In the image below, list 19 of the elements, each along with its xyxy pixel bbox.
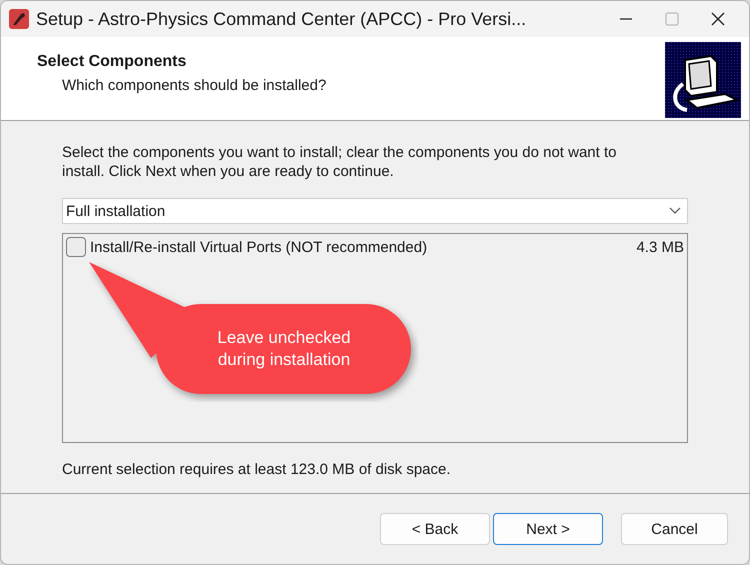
- close-icon: [710, 11, 726, 27]
- component-size: 4.3 MB: [636, 238, 684, 256]
- wizard-button[interactable]: Next >: [493, 513, 603, 545]
- wizard-button[interactable]: < Back: [380, 513, 490, 545]
- callout-text: Leave unchecked during installation: [216, 327, 352, 371]
- wizard-button[interactable]: Cancel: [621, 513, 728, 545]
- setup-type-dropdown[interactable]: Full installation: [62, 198, 688, 224]
- computer-icon: [665, 42, 741, 118]
- app-icon: [8, 8, 30, 30]
- maximize-icon: [664, 11, 680, 27]
- component-checkbox[interactable]: [66, 237, 86, 257]
- caret-icon: [669, 207, 681, 215]
- window-title: Setup - Astro-Physics Command Center (APCC) - Pro Versi...: [36, 8, 528, 30]
- page-subtitle: Which components should be installed?: [62, 77, 326, 94]
- component-label: Install/Re-install Virtual Ports (NOT recommended): [90, 238, 428, 256]
- disk-space-text: Current selection requires at least 123.0 MB of disk space.: [62, 461, 452, 478]
- page-title: Select Components: [37, 53, 186, 71]
- minimize-icon: [620, 18, 632, 20]
- instructions-text: Select the components you want to install; clear the components you do not want to install. Click Next when you are ready to continue.: [62, 143, 618, 181]
